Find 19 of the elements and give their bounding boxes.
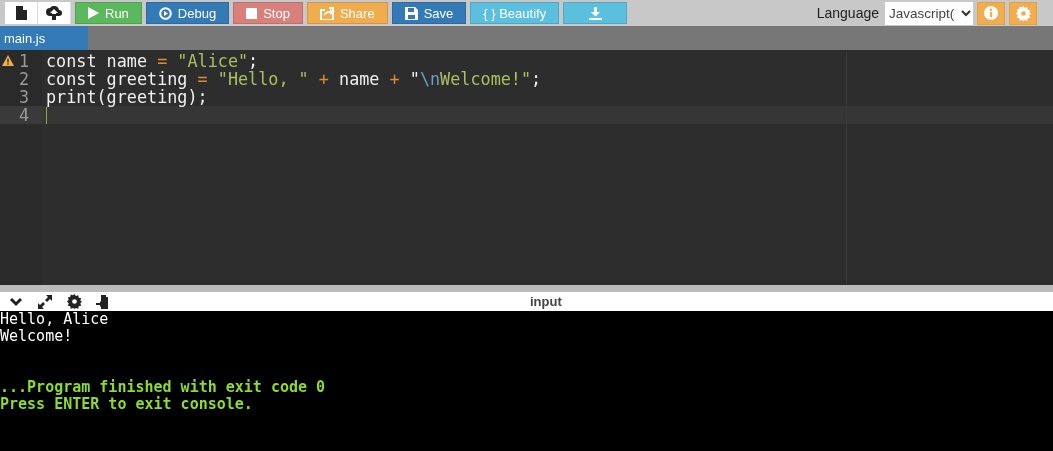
code-line: const name = "Alice"; — [46, 52, 259, 70]
status-message: ...Program finished with exit code 0 — [0, 379, 327, 396]
console-title: input — [530, 294, 562, 309]
line-number: 3 — [18, 87, 29, 107]
status-message: Press ENTER to exit console. — [0, 396, 254, 413]
save-button[interactable]: Save — [391, 2, 467, 24]
line-number: 2 — [18, 69, 29, 89]
language-select[interactable]: Javascript( — [885, 1, 973, 25]
console-output: Welcome! — [0, 328, 74, 345]
code-line: const greeting = "Hello, " + name + "\nWelcome!"; — [46, 70, 542, 88]
file-tab[interactable]: main.js — [0, 26, 88, 50]
run-button[interactable]: Run — [75, 2, 142, 24]
stop-button[interactable]: Stop — [233, 2, 303, 24]
debug-button[interactable]: Debug — [145, 2, 230, 24]
line-number: 1 — [18, 51, 29, 71]
line-number: 4 — [18, 105, 29, 125]
console-output: Hello, Alice — [0, 311, 110, 328]
code-line: print(greeting); — [46, 88, 208, 106]
language-label: Language — [816, 5, 879, 21]
